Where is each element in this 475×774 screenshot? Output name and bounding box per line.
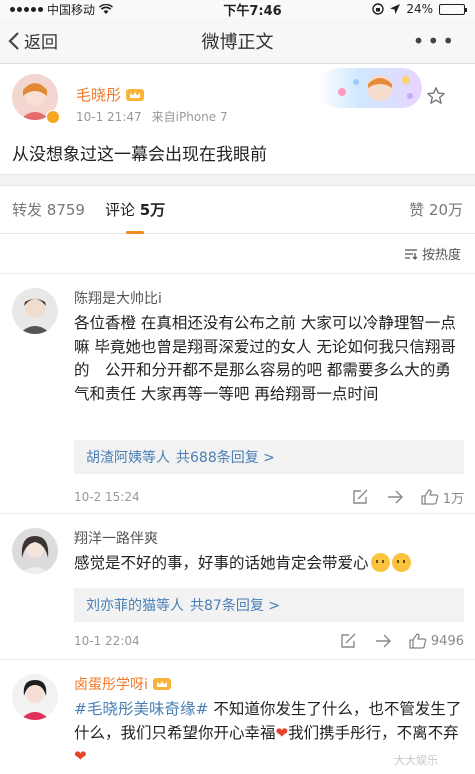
replies-link[interactable]: 胡渣阿姨等人 共688条回复 >	[74, 440, 464, 474]
share-icon[interactable]	[375, 633, 391, 649]
share-icon[interactable]	[387, 489, 403, 505]
post-date: 10-1 21:47	[76, 110, 142, 124]
sort-icon	[404, 248, 418, 260]
tab-comment[interactable]: 评论 5万	[104, 199, 166, 234]
tab-repost-count: 8759	[46, 201, 85, 219]
like-count: 1万	[442, 491, 464, 507]
more-button[interactable]: •••	[375, 29, 475, 53]
like-button[interactable]: 1万	[421, 488, 464, 507]
comment-item: 陈翔是大帅比i 各位香橙 在真相还没有公布之前 大家可以冷静理智一点嘛 毕竟她也…	[0, 274, 475, 514]
status-time: 下午7:46	[223, 3, 282, 19]
commenter-name[interactable]: 翔洋一路伴爽	[74, 528, 158, 548]
tab-comment-label: 评论	[104, 201, 135, 219]
back-label: 返回	[24, 33, 58, 53]
section-divider	[0, 174, 475, 186]
vip-crown-icon	[152, 678, 171, 690]
watermark: 大大娱乐	[394, 754, 438, 767]
fan-card-banner[interactable]	[318, 68, 422, 108]
comment-text: 感觉是不好的事，好事的话她肯定会带爱心	[74, 552, 464, 576]
replies-link[interactable]: 刘亦菲的猫等人 共87条回复 >	[74, 588, 464, 622]
reply-users: 胡渣阿姨等人	[86, 450, 170, 466]
like-count: 9496	[430, 633, 464, 649]
reply-users: 刘亦菲的猫等人	[86, 598, 184, 614]
commenter-avatar[interactable]	[12, 288, 58, 334]
comment-text-body: 感觉是不好的事，好事的话她肯定会带爱心	[74, 554, 369, 572]
thumbs-up-icon	[421, 489, 438, 505]
commenter-name[interactable]: 陈翔是大帅比i	[74, 288, 162, 308]
thumbs-up-icon	[409, 633, 427, 649]
comment-item: 翔洋一路伴爽 感觉是不好的事，好事的话她肯定会带爱心 刘亦菲的猫等人 共87条回…	[0, 514, 475, 660]
tab-repost-label: 转发	[12, 201, 43, 219]
reply-icon[interactable]	[352, 489, 369, 505]
tab-like-label: 赞	[409, 201, 425, 219]
vip-crown-icon	[126, 88, 145, 101]
rotation-lock-icon	[372, 3, 385, 15]
heart-icon: ❤	[74, 747, 87, 765]
sort-label: 按热度	[421, 248, 461, 263]
comment-text: 各位香橙 在真相还没有公布之前 大家可以冷静理智一点嘛 毕竟她也曾是翔哥深爱过的…	[74, 314, 456, 403]
status-bar: 中国移动 下午7:46 24%	[0, 0, 475, 19]
wifi-icon	[99, 3, 114, 14]
chevron-left-icon	[8, 31, 19, 50]
post-meta: 10-1 21:47 来自iPhone 7	[76, 108, 228, 125]
status-right: 24%	[295, 2, 467, 16]
tab-like[interactable]: 赞 20万	[409, 199, 463, 220]
carrier-label: 中国移动	[47, 2, 96, 17]
commenter-name[interactable]: 卤蛋彤学呀i	[74, 674, 172, 694]
reply-count: 共87条回复 >	[190, 598, 280, 614]
smile-emoji-icon	[391, 553, 411, 572]
hashtag-link[interactable]: #毛晓彤美味奇缘#	[74, 700, 208, 718]
commenter-avatar[interactable]	[12, 528, 58, 574]
post-text: 从没想象过这一幕会出现在我眼前	[12, 145, 267, 165]
commenter-name-text: 卤蛋彤学呀i	[74, 677, 148, 693]
reply-count: 共688条回复 >	[176, 450, 275, 466]
post-source: 来自iPhone 7	[151, 110, 228, 124]
back-button[interactable]: 返回	[0, 28, 100, 53]
tab-repost[interactable]: 转发 8759	[12, 199, 85, 220]
comment-date: 10-1 22:04	[74, 634, 140, 648]
like-button[interactable]: 9496	[409, 633, 464, 649]
signal-icon	[10, 6, 43, 12]
comment-date: 10-2 15:24	[74, 490, 140, 504]
nav-bar: 返回 微博正文 •••	[0, 18, 475, 64]
location-icon	[390, 4, 401, 14]
favorite-star-icon[interactable]	[426, 86, 446, 106]
status-left: 中国移动	[10, 1, 180, 18]
page-title: 微博正文	[201, 31, 274, 53]
heart-icon: ❤	[275, 723, 289, 742]
battery-percent: 24%	[406, 2, 433, 16]
verified-badge-icon	[46, 110, 60, 124]
tab-like-count: 20万	[428, 201, 463, 219]
weibo-post: 毛晓彤 10-1 21:47 来自iPhone 7 从没想象过这一幕会出现在我眼前	[0, 64, 475, 174]
post-author-name: 毛晓彤	[76, 86, 122, 104]
post-tabs: 转发 8759 评论 5万 赞 20万	[0, 186, 475, 234]
tab-comment-count: 5万	[139, 201, 166, 219]
comment-text-part-2: 我们携手彤行，不离不弃	[288, 723, 459, 742]
post-author[interactable]: 毛晓彤	[76, 84, 145, 105]
battery-icon	[439, 3, 467, 15]
comment-footer: 10-2 15:24 1万	[74, 486, 464, 508]
reply-icon[interactable]	[340, 633, 357, 649]
shy-emoji-icon	[370, 553, 390, 572]
comment-footer: 10-1 22:04 9496	[74, 630, 464, 652]
commenter-avatar[interactable]	[12, 674, 58, 720]
sort-toggle[interactable]: 按热度	[0, 234, 475, 274]
